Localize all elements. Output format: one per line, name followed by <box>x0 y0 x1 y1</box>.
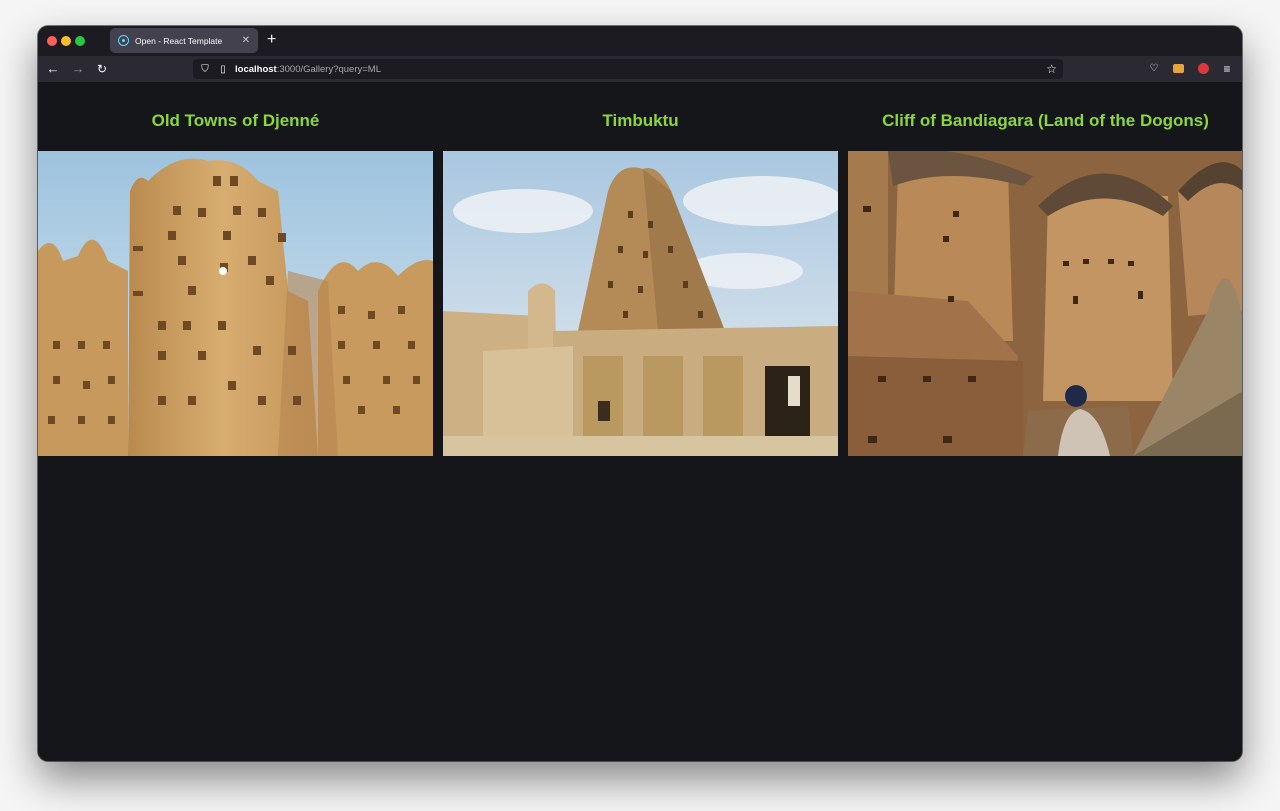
shield-icon[interactable]: ⛉ <box>199 64 211 75</box>
new-tab-button[interactable]: + <box>267 31 276 49</box>
gallery-card[interactable]: Timbuktu <box>443 82 838 456</box>
close-tab-icon[interactable]: ✕ <box>242 35 250 46</box>
navigation-bar: ← → ↻ ⛉ ▯ localhost :3000/Gallery?query=… <box>38 56 1242 82</box>
gallery-photo[interactable] <box>443 151 838 456</box>
gallery-card-title: Timbuktu <box>602 111 679 130</box>
forward-button[interactable]: → <box>69 60 87 78</box>
gallery-photo[interactable] <box>848 151 1242 456</box>
gallery-photo[interactable] <box>38 151 433 456</box>
page-icon[interactable]: ▯ <box>217 64 229 75</box>
address-bar[interactable]: ⛉ ▯ localhost :3000/Gallery?query=ML ☆ <box>193 59 1063 79</box>
gallery: Old Towns of Djenné Timbuktu Cliff of Ba… <box>38 82 1242 456</box>
react-icon <box>118 35 129 46</box>
ublock-extension-icon[interactable] <box>1196 62 1210 76</box>
bookmark-star-icon[interactable]: ☆ <box>1046 62 1057 76</box>
close-window-button[interactable] <box>47 36 57 46</box>
gallery-card-title: Cliff of Bandiagara (Land of the Dogons) <box>882 111 1209 130</box>
menu-icon[interactable]: ≡ <box>1220 62 1234 76</box>
url-host: localhost <box>235 63 277 75</box>
maximize-window-button[interactable] <box>75 36 85 46</box>
gallery-card[interactable]: Old Towns of Djenné <box>38 82 433 456</box>
gallery-card-title: Old Towns of Djenné <box>151 111 320 130</box>
page-content: Old Towns of Djenné Timbuktu Cliff of Ba… <box>38 82 1242 761</box>
browser-window: Open - React Template ✕ + ← → ↻ ⛉ ▯ loca… <box>38 26 1242 761</box>
gallery-card[interactable]: Cliff of Bandiagara (Land of the Dogons) <box>848 82 1242 456</box>
back-button[interactable]: ← <box>44 60 62 78</box>
tab-title: Open - React Template <box>135 35 223 46</box>
minimize-window-button[interactable] <box>61 36 71 46</box>
extension-icon[interactable] <box>1171 62 1185 76</box>
pocket-icon[interactable]: ♡ <box>1147 62 1161 76</box>
reload-button[interactable]: ↻ <box>93 60 111 78</box>
url-path: :3000/Gallery?query=ML <box>276 63 381 75</box>
browser-tab[interactable]: Open - React Template ✕ <box>110 28 258 53</box>
tab-strip: Open - React Template ✕ + <box>38 26 1242 56</box>
